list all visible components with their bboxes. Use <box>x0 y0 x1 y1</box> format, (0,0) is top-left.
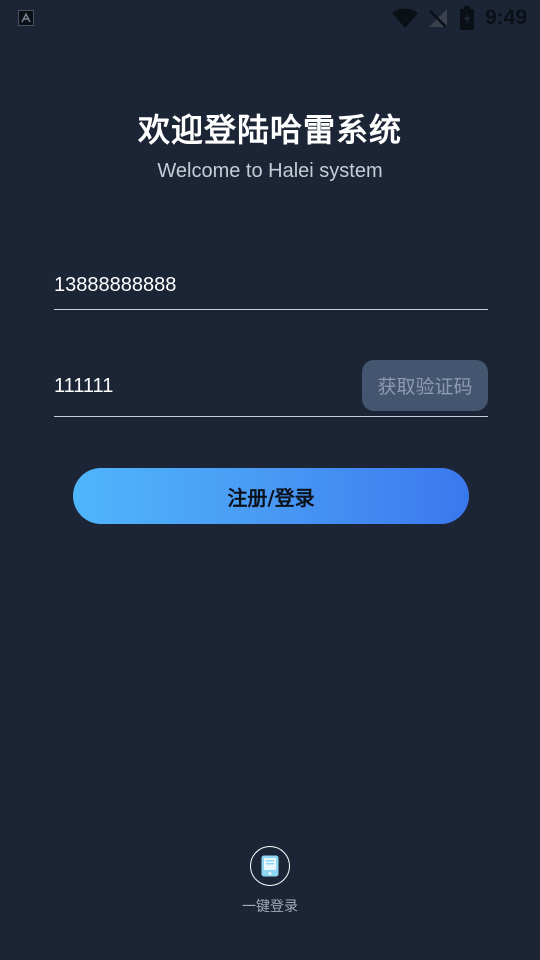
register-login-button[interactable]: 注册/登录 <box>73 468 469 524</box>
code-field: 获取验证码 <box>54 359 488 417</box>
battery-charging-icon <box>460 6 474 34</box>
phone-field <box>54 262 488 310</box>
phone-icon[interactable] <box>250 846 290 886</box>
android-notification-icon <box>18 10 34 26</box>
status-time: 9:49 <box>485 6 528 29</box>
status-bar: 9:49 <box>0 0 540 36</box>
wifi-icon <box>392 8 418 32</box>
phone-input[interactable] <box>54 262 488 309</box>
login-screen: 9:49 欢迎登陆哈雷系统 Welcome to Halei system 获取… <box>0 0 540 960</box>
no-signal-icon <box>428 8 448 32</box>
page-subtitle: Welcome to Halei system <box>157 160 383 182</box>
one-click-login[interactable]: 一键登录 <box>220 846 320 916</box>
verification-code-input[interactable] <box>54 359 354 413</box>
page-title: 欢迎登陆哈雷系统 <box>137 111 402 149</box>
one-click-login-label: 一键登录 <box>242 899 298 915</box>
get-code-button[interactable]: 获取验证码 <box>362 360 488 411</box>
